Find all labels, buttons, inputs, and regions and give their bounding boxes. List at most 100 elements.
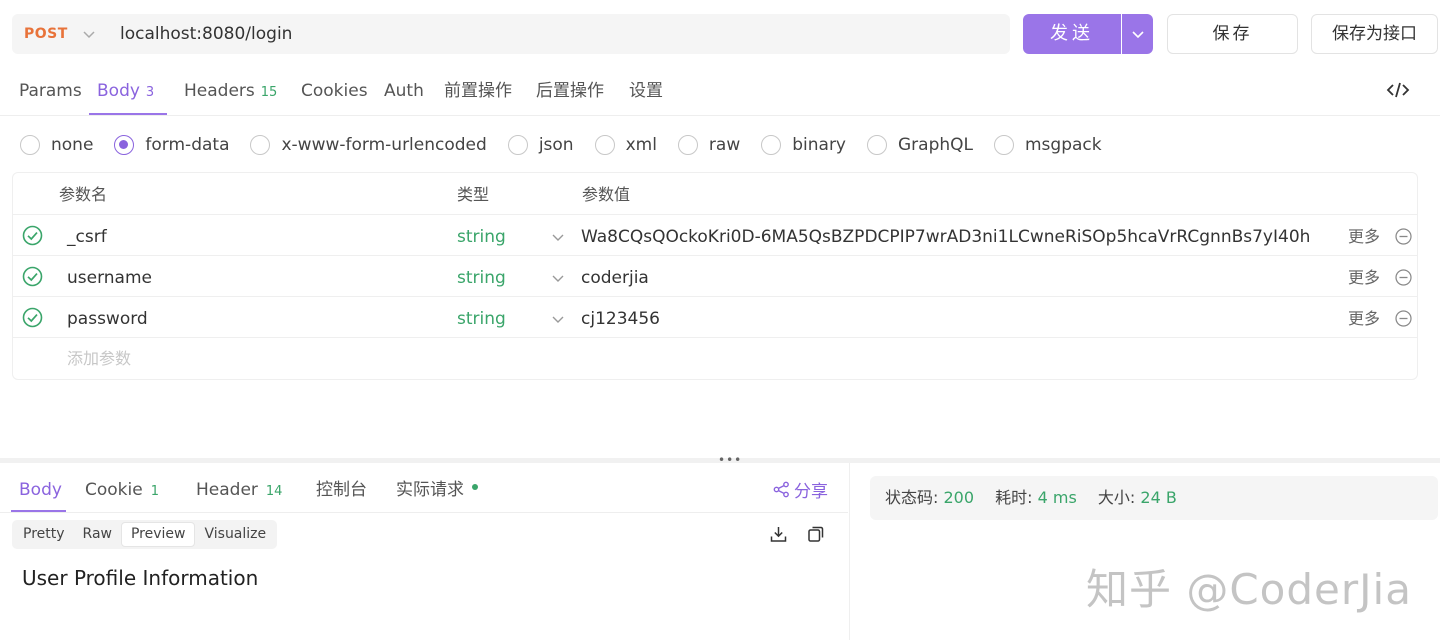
view-mode-raw[interactable]: Raw — [74, 522, 121, 547]
radio-msgpack[interactable]: msgpack — [994, 135, 1102, 155]
download-icon[interactable] — [769, 525, 788, 544]
view-mode-switch: Pretty Raw Preview Visualize — [12, 520, 278, 549]
chevron-down-icon — [83, 31, 95, 39]
radio-binary[interactable]: binary — [761, 135, 846, 155]
chevron-down-icon[interactable] — [551, 230, 565, 244]
tab-post-processors[interactable]: 后置操作 — [536, 64, 604, 116]
radio-graphql[interactable]: GraphQL — [867, 135, 973, 155]
chevron-down-icon[interactable] — [551, 271, 565, 285]
more-button[interactable]: 更多 — [1348, 297, 1380, 341]
elapsed-time-label: 耗时: — [995, 488, 1033, 507]
url-input[interactable]: localhost:8080/login — [120, 14, 292, 54]
radio-circle — [994, 135, 1014, 155]
tab-count: 15 — [260, 85, 278, 100]
request-tabs: Params Body 3 Headers 15 Cookies Auth 前置操作… — [0, 64, 1440, 116]
chevron-down-icon — [1131, 31, 1144, 39]
radio-circle — [20, 135, 40, 155]
view-mode-pretty[interactable]: Pretty — [14, 522, 74, 547]
remove-circle-icon[interactable] — [1395, 310, 1412, 327]
radio-xml[interactable]: xml — [594, 135, 657, 155]
watermark: 知乎 @CoderJia — [1086, 565, 1412, 614]
response-tabs: Body Cookie 1 Header 14 控制台 实际请求 — [0, 463, 848, 513]
table-header: 参数名 类型 参数值 — [13, 173, 1417, 215]
radio-circle — [867, 135, 887, 155]
radio-circle — [250, 135, 271, 155]
view-mode-preview[interactable]: Preview — [120, 522, 196, 547]
response-status-bar: 状态码: 200 耗时: 4 ms 大小: 24 B — [870, 476, 1438, 520]
param-name[interactable]: password — [67, 297, 148, 341]
elapsed-time-value: 4 ms — [1037, 488, 1077, 507]
response-preview-text: User Profile Information — [22, 566, 259, 590]
tab-settings[interactable]: 设置 — [629, 64, 663, 116]
response-tab-cookie[interactable]: Cookie 1 — [85, 463, 159, 513]
more-button[interactable]: 更多 — [1348, 215, 1380, 259]
chevron-down-icon[interactable] — [551, 312, 565, 326]
tab-headers[interactable]: Headers 15 — [184, 64, 277, 116]
share-icon — [773, 481, 789, 498]
status-code-value: 200 — [943, 488, 975, 507]
code-icon[interactable] — [1386, 80, 1410, 100]
radio-x-www-form-urlencoded[interactable]: x-www-form-urlencoded — [250, 135, 487, 155]
tab-count: 3 — [145, 85, 155, 100]
response-tab-header[interactable]: Header 14 — [196, 463, 282, 513]
tab-cookies[interactable]: Cookies — [301, 64, 368, 116]
share-label: 分享 — [794, 482, 828, 502]
save-button[interactable]: 保存 — [1167, 14, 1298, 54]
column-header-name: 参数名 — [59, 185, 108, 204]
active-tab-indicator — [11, 510, 66, 512]
copy-icon[interactable] — [807, 525, 825, 543]
url-bar[interactable]: POST localhost:8080/login — [12, 14, 1010, 54]
method-select[interactable]: POST — [24, 14, 96, 54]
radio-circle — [677, 135, 698, 155]
radio-circle — [761, 135, 782, 155]
send-options-button[interactable] — [1122, 14, 1153, 54]
response-size-value: 24 B — [1140, 488, 1177, 507]
check-circle-icon[interactable] — [22, 225, 43, 246]
radio-none[interactable]: none — [20, 135, 93, 155]
param-value[interactable]: cj123456 — [581, 297, 1309, 341]
tab-count: 1 — [150, 484, 159, 499]
add-param-input[interactable]: 添加参数 — [67, 339, 131, 379]
radio-circle — [507, 135, 528, 155]
response-tab-actual-request[interactable]: 实际请求 — [396, 463, 478, 513]
body-type-group: none form-data x-www-form-urlencoded jso… — [20, 130, 1123, 160]
tab-count: 14 — [265, 484, 283, 499]
column-header-type: 类型 — [457, 185, 490, 204]
radio-circle — [114, 135, 135, 155]
table-row: password string cj123456 更多 — [13, 297, 1417, 338]
param-type[interactable]: string — [457, 297, 506, 341]
param-value[interactable]: Wa8CQsQOckoKri0D-6MA5QsBZPDCPIP7wrAD3ni1… — [581, 215, 1309, 259]
save-as-endpoint-button[interactable]: 保存为接口 — [1311, 14, 1438, 54]
radio-form-data[interactable]: form-data — [114, 135, 229, 155]
param-name[interactable]: _csrf — [67, 215, 107, 259]
response-tab-console[interactable]: 控制台 — [316, 463, 367, 513]
method-label: POST — [24, 26, 68, 42]
remove-circle-icon[interactable] — [1395, 269, 1412, 286]
remove-circle-icon[interactable] — [1395, 228, 1412, 245]
param-type[interactable]: string — [457, 256, 506, 300]
radio-json[interactable]: json — [507, 135, 574, 155]
more-button[interactable]: 更多 — [1348, 256, 1380, 300]
view-mode-visualize[interactable]: Visualize — [195, 522, 275, 547]
check-circle-icon[interactable] — [22, 266, 43, 287]
param-name[interactable]: username — [67, 256, 152, 300]
tab-auth[interactable]: Auth — [384, 64, 424, 116]
tab-params[interactable]: Params — [19, 64, 82, 116]
param-type[interactable]: string — [457, 215, 506, 259]
send-button[interactable]: 发送 — [1023, 14, 1122, 54]
tab-pre-processors[interactable]: 前置操作 — [444, 64, 512, 116]
column-header-value: 参数值 — [582, 185, 631, 204]
table-row: _csrf string Wa8CQsQOckoKri0D-6MA5QsBZPD… — [13, 215, 1417, 256]
radio-raw[interactable]: raw — [677, 135, 740, 155]
send-button-group: 发送 — [1023, 14, 1153, 54]
status-code-label: 状态码: — [885, 488, 939, 507]
param-value[interactable]: coderjia — [581, 256, 1309, 300]
status-dot — [472, 484, 478, 490]
share-button[interactable]: 分享 — [773, 477, 828, 502]
response-tab-body[interactable]: Body — [19, 463, 62, 513]
check-circle-icon[interactable] — [22, 307, 43, 328]
vertical-divider[interactable] — [849, 463, 850, 640]
params-table: 参数名 类型 参数值 _csrf string Wa8CQsQOckoKri0D… — [12, 172, 1418, 380]
active-tab-indicator — [89, 113, 167, 115]
tab-body[interactable]: Body 3 — [97, 64, 154, 116]
